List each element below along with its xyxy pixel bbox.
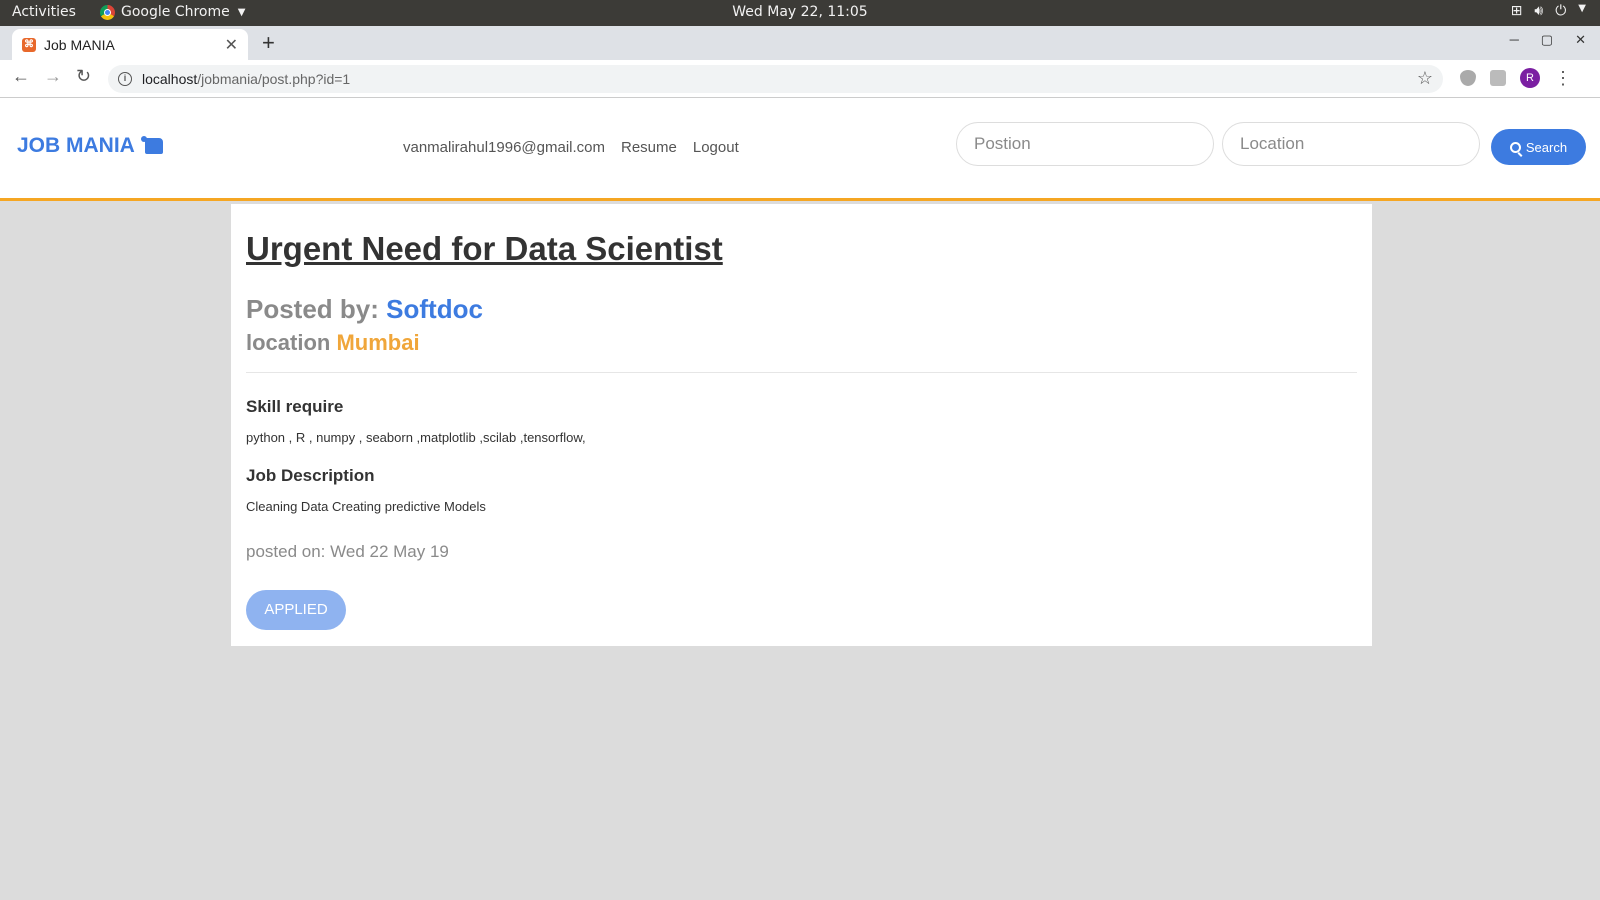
network-icon[interactable]: ⊞ (1511, 3, 1523, 19)
nav-logout-link[interactable]: Logout (693, 139, 739, 156)
nav-email-link[interactable]: vanmalirahul1996@gmail.com (403, 139, 605, 156)
location-city: Mumbai (336, 330, 420, 355)
brand-name: JOB MANIA (17, 134, 135, 157)
description-heading: Job Description (246, 466, 375, 485)
skills-heading: Skill require (246, 397, 344, 416)
nav-resume-link[interactable]: Resume (621, 139, 677, 156)
reload-icon[interactable]: ↻ (76, 66, 91, 87)
url-host: localhost (142, 71, 198, 87)
tab-strip: ⌘ Job MANIA ✕ + ─ ▢ ✕ (0, 26, 1600, 60)
extensions: R ⋮ (1460, 68, 1572, 88)
clock[interactable]: Wed May 22, 11:05 (0, 4, 1600, 20)
company-name: Softdoc (386, 294, 483, 324)
posted-by: Posted by: Softdoc (246, 294, 483, 325)
scroll-icon (140, 136, 165, 156)
brand-logo[interactable]: JOB MANIA (17, 134, 165, 158)
address-bar[interactable]: i localhost/jobmania/post.php?id=1 ☆ (108, 65, 1443, 93)
posted-by-label: Posted by: (246, 294, 379, 324)
position-search-input[interactable] (956, 122, 1214, 166)
url-path: /jobmania/post.php?id=1 (197, 71, 351, 87)
search-icon (1509, 141, 1521, 153)
os-top-bar: Activities Google Chrome ▼ Wed May 22, 1… (0, 0, 1600, 26)
location-search-input[interactable] (1222, 122, 1480, 166)
more-menu-icon[interactable]: ⋮ (1554, 69, 1572, 87)
chevron-down-icon[interactable]: ▼ (1578, 3, 1586, 19)
divider (246, 372, 1357, 373)
search-button[interactable]: Search (1491, 129, 1586, 165)
posted-on-date: posted on: Wed 22 May 19 (246, 542, 449, 561)
extension-icon[interactable] (1490, 70, 1506, 86)
close-window-icon[interactable]: ✕ (1575, 32, 1586, 48)
location-label: location (246, 330, 331, 355)
nav-links: vanmalirahul1996@gmail.com Resume Logout (403, 139, 739, 156)
forward-icon[interactable]: → (44, 66, 62, 87)
power-icon[interactable]: ⏻ (1555, 3, 1566, 19)
shield-extension-icon[interactable] (1460, 70, 1476, 86)
info-icon[interactable]: i (118, 72, 132, 86)
minimize-icon[interactable]: ─ (1510, 32, 1519, 48)
system-tray[interactable]: ⊞ 🔊︎ ⏻ ▼ (1511, 3, 1586, 19)
job-title: Urgent Need for Data Scientist (246, 230, 723, 267)
tab-title: Job MANIA (44, 36, 115, 53)
job-description: Cleaning Data Creating predictive Models (246, 499, 486, 514)
site-navbar: JOB MANIA vanmalirahul1996@gmail.com Res… (0, 98, 1600, 201)
skills-list: python , R , numpy , seaborn ,matplotlib… (246, 430, 586, 445)
volume-icon[interactable]: 🔊︎ (1534, 3, 1543, 19)
job-post-card: Urgent Need for Data Scientist Posted by… (231, 204, 1372, 646)
profile-avatar[interactable]: R (1520, 68, 1540, 88)
job-location: location Mumbai (246, 330, 420, 356)
back-icon[interactable]: ← (12, 66, 30, 87)
bookmark-star-icon[interactable]: ☆ (1417, 68, 1433, 89)
favicon-icon: ⌘ (22, 37, 36, 52)
search-button-label: Search (1525, 139, 1568, 155)
window-controls: ─ ▢ ✕ (1510, 32, 1586, 48)
tab-job-mania[interactable]: ⌘ Job MANIA ✕ (12, 29, 248, 60)
close-icon[interactable]: ✕ (225, 35, 238, 55)
browser-toolbar: ← → ↻ i localhost/jobmania/post.php?id=1… (0, 60, 1600, 98)
applied-button[interactable]: APPLIED (246, 590, 346, 630)
maximize-icon[interactable]: ▢ (1541, 32, 1553, 48)
new-tab-button[interactable]: + (262, 30, 275, 56)
